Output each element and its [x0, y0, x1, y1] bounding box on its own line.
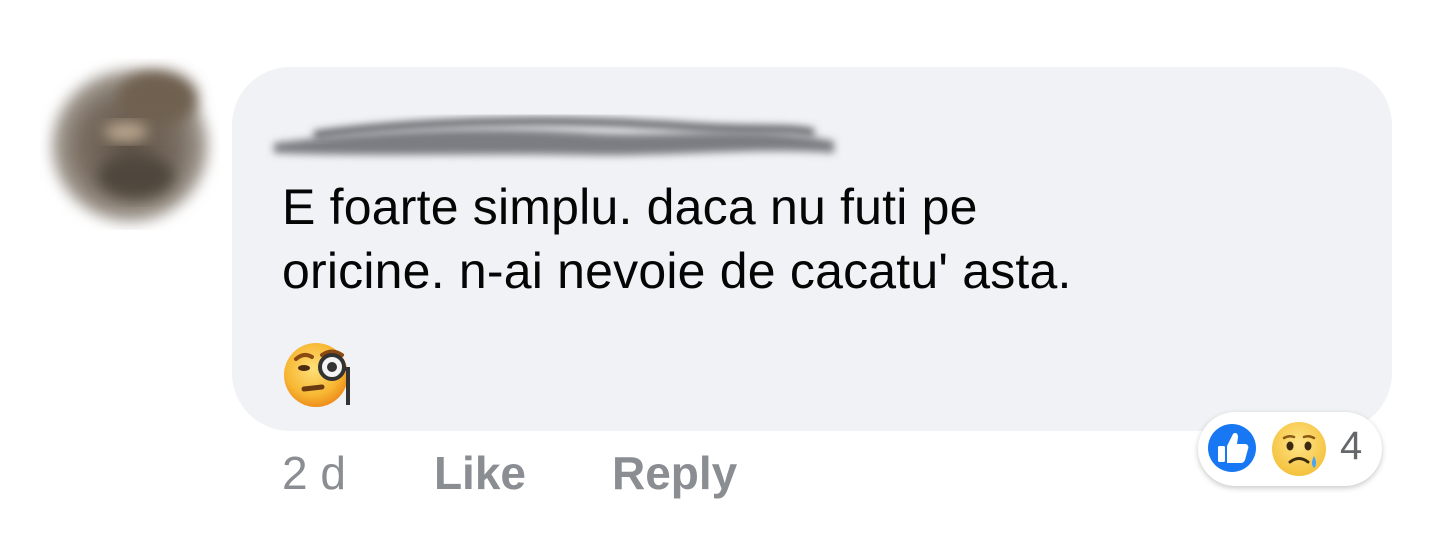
like-button[interactable]: Like [434, 446, 526, 500]
comment-text-line-2: oricine. n-ai nevoie de cacatu' asta. [282, 243, 1072, 299]
reply-button[interactable]: Reply [612, 446, 737, 500]
comment-timestamp[interactable]: 2 d [282, 446, 346, 500]
monocle-face-emoji [282, 335, 358, 411]
avatar[interactable] [40, 58, 220, 230]
author-name-redacted[interactable] [254, 91, 854, 171]
reactions-summary[interactable]: 4 [1198, 412, 1382, 486]
comment-text: E foarte simplu. daca nu futi pe oricine… [282, 175, 1342, 303]
comment-bubble: E foarte simplu. daca nu futi pe oricine… [232, 67, 1392, 431]
like-icon [1204, 420, 1260, 476]
sad-icon [1268, 418, 1330, 480]
reaction-count: 4 [1340, 424, 1363, 468]
comment-actions: 2 d Like Reply [282, 443, 737, 503]
comment-text-line-1: E foarte simplu. daca nu futi pe [282, 179, 978, 235]
